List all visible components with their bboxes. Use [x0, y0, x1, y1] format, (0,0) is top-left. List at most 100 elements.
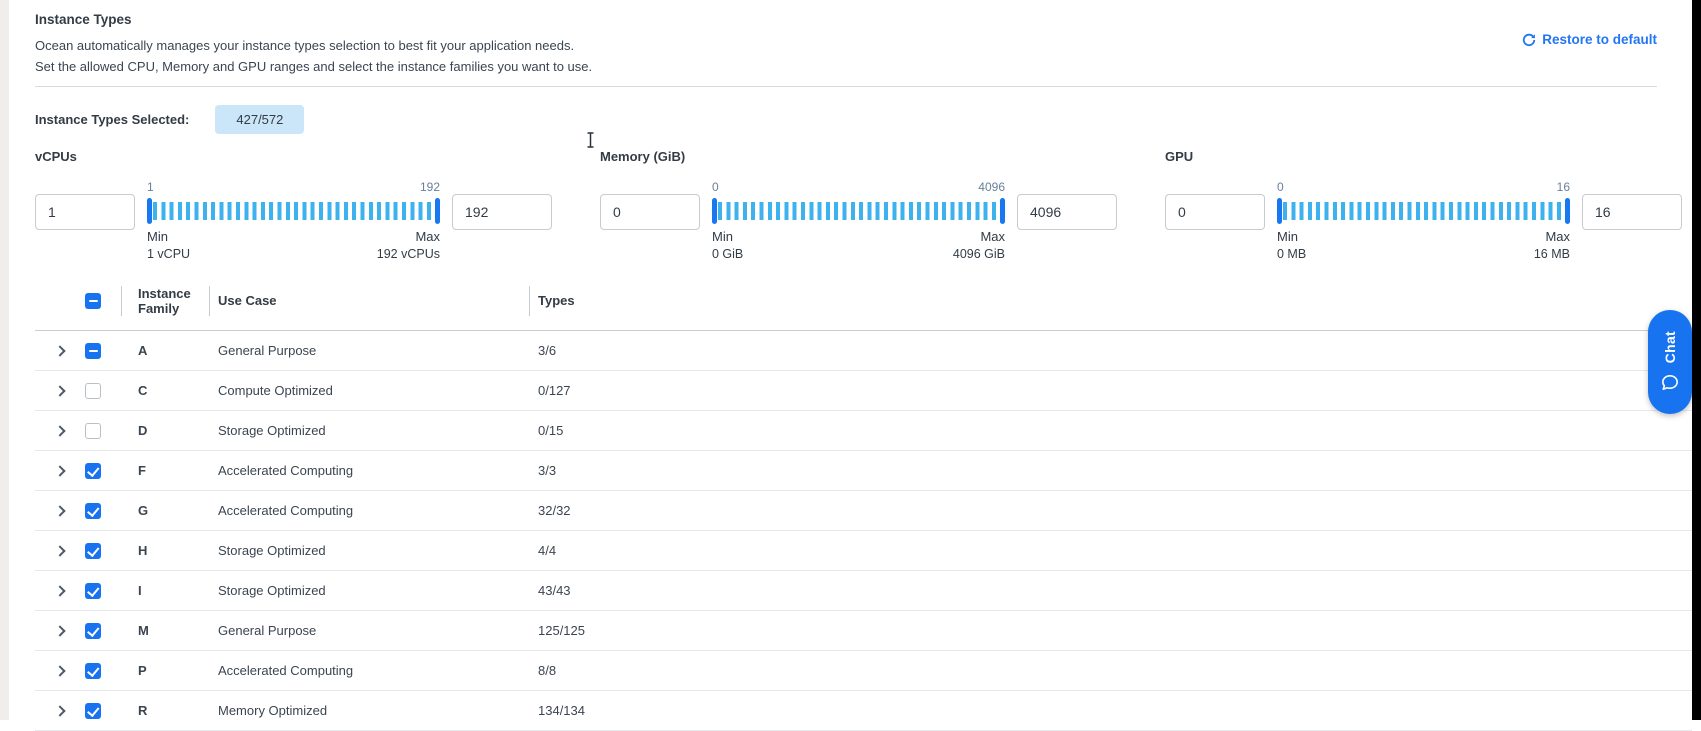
- gpu-min-sub: 0 MB: [1277, 247, 1306, 261]
- page-title: Instance Types: [35, 12, 1701, 27]
- memory-min-sub: 0 GiB: [712, 247, 743, 261]
- memory-min-tick-label: 0: [712, 180, 719, 195]
- expand-row-button[interactable]: [46, 697, 74, 725]
- restore-refresh-icon: [1522, 33, 1536, 47]
- use-case-cell: Storage Optimized: [209, 583, 529, 598]
- expand-row-button[interactable]: [46, 617, 74, 645]
- types-cell: 3/3: [529, 463, 1692, 478]
- gpu-max-handle[interactable]: [1565, 198, 1570, 224]
- row-checkbox[interactable]: [85, 543, 101, 559]
- chevron-right-icon: [54, 665, 65, 676]
- gpu-slider-group: GPU 0 16 Min Max 0 MB 16: [1165, 149, 1682, 261]
- slider-ticks: [153, 202, 434, 220]
- range-sliders-section: vCPUs 1 192 Min Max 1 vCPU: [35, 149, 1682, 261]
- row-checkbox[interactable]: [85, 703, 101, 719]
- table-body: A General Purpose 3/6 C Compute Optimize…: [35, 331, 1692, 731]
- table-row: M General Purpose 125/125: [35, 611, 1692, 651]
- table-row: G Accelerated Computing 32/32: [35, 491, 1692, 531]
- expand-row-button[interactable]: [46, 657, 74, 685]
- expand-row-button[interactable]: [46, 417, 74, 445]
- memory-max-handle[interactable]: [1000, 198, 1005, 224]
- types-cell: 0/127: [529, 383, 1692, 398]
- family-cell: I: [121, 583, 209, 598]
- use-case-cell: Storage Optimized: [209, 423, 529, 438]
- restore-label: Restore to default: [1542, 32, 1657, 47]
- table-row: A General Purpose 3/6: [35, 331, 1692, 371]
- memory-slider-track[interactable]: [712, 198, 1005, 224]
- types-cell: 0/15: [529, 423, 1692, 438]
- expand-row-button[interactable]: [46, 537, 74, 565]
- row-checkbox[interactable]: [85, 503, 101, 519]
- vcpus-slider-group: vCPUs 1 192 Min Max 1 vCPU: [35, 149, 552, 261]
- expand-row-button[interactable]: [46, 377, 74, 405]
- types-cell: 8/8: [529, 663, 1692, 678]
- chevron-right-icon: [54, 345, 65, 356]
- table-row: H Storage Optimized 4/4: [35, 531, 1692, 571]
- family-cell: G: [121, 503, 209, 518]
- chevron-right-icon: [54, 505, 65, 516]
- gpu-min-input[interactable]: [1165, 194, 1265, 230]
- family-cell: D: [121, 423, 209, 438]
- chevron-right-icon: [54, 385, 65, 396]
- family-cell: R: [121, 703, 209, 718]
- vcpus-min-tick-label: 1: [147, 180, 154, 195]
- expand-row-button[interactable]: [46, 497, 74, 525]
- vcpus-min-sub: 1 vCPU: [147, 247, 190, 261]
- chat-button[interactable]: Chat: [1648, 310, 1692, 414]
- memory-max-input[interactable]: [1017, 194, 1117, 230]
- row-checkbox[interactable]: [85, 583, 101, 599]
- chevron-right-icon: [54, 705, 65, 716]
- vcpus-label: vCPUs: [35, 149, 552, 164]
- vcpus-min-input[interactable]: [35, 194, 135, 230]
- select-all-checkbox[interactable]: [85, 293, 101, 309]
- vcpus-max-handle[interactable]: [435, 198, 440, 224]
- gpu-max-input[interactable]: [1582, 194, 1682, 230]
- row-checkbox[interactable]: [85, 423, 101, 439]
- right-edge-strip: [1692, 0, 1701, 720]
- gpu-slider-track[interactable]: [1277, 198, 1570, 224]
- gpu-min-handle[interactable]: [1277, 198, 1282, 224]
- memory-max-sub: 4096 GiB: [953, 247, 1005, 261]
- row-checkbox[interactable]: [85, 383, 101, 399]
- gpu-max-sub: 16 MB: [1534, 247, 1570, 261]
- description-line-2: Set the allowed CPU, Memory and GPU rang…: [35, 56, 1701, 77]
- vcpus-slider-track[interactable]: [147, 198, 440, 224]
- min-caption: Min: [147, 229, 168, 244]
- use-case-cell: Storage Optimized: [209, 543, 529, 558]
- table-row: C Compute Optimized 0/127: [35, 371, 1692, 411]
- chevron-right-icon: [54, 425, 65, 436]
- table-row: R Memory Optimized 134/134: [35, 691, 1692, 731]
- use-case-cell: Accelerated Computing: [209, 463, 529, 478]
- max-caption: Max: [1545, 229, 1570, 244]
- text-cursor-icon: [586, 132, 595, 151]
- row-checkbox[interactable]: [85, 463, 101, 479]
- table-header-row: Instance Family Use Case Types: [35, 271, 1692, 331]
- memory-min-input[interactable]: [600, 194, 700, 230]
- use-case-cell: Accelerated Computing: [209, 663, 529, 678]
- expand-row-button[interactable]: [46, 577, 74, 605]
- expand-row-button[interactable]: [46, 337, 74, 365]
- slider-ticks: [1283, 202, 1564, 220]
- header-divider: [35, 86, 1657, 87]
- instance-types-header: Instance Types Ocean automatically manag…: [0, 0, 1701, 77]
- vcpus-max-input[interactable]: [452, 194, 552, 230]
- chevron-right-icon: [54, 585, 65, 596]
- instance-family-table: Instance Family Use Case Types A General…: [35, 271, 1692, 731]
- chevron-right-icon: [54, 625, 65, 636]
- expand-row-button[interactable]: [46, 457, 74, 485]
- memory-slider-group: Memory (GiB) 0 4096 Min Max 0 GiB: [600, 149, 1117, 261]
- selected-summary: Instance Types Selected: 427/572: [35, 103, 1701, 135]
- use-case-cell: Compute Optimized: [209, 383, 529, 398]
- vcpus-max-sub: 192 vCPUs: [377, 247, 440, 261]
- row-checkbox[interactable]: [85, 623, 101, 639]
- slider-ticks: [718, 202, 999, 220]
- memory-min-handle[interactable]: [712, 198, 717, 224]
- gpu-min-tick-label: 0: [1277, 180, 1284, 195]
- restore-to-default-button[interactable]: Restore to default: [1522, 32, 1657, 47]
- column-header-types: Types: [529, 293, 1692, 308]
- use-case-cell: Memory Optimized: [209, 703, 529, 718]
- row-checkbox[interactable]: [85, 663, 101, 679]
- chat-button-label: Chat: [1662, 331, 1678, 363]
- row-checkbox[interactable]: [85, 343, 101, 359]
- vcpus-min-handle[interactable]: [147, 198, 152, 224]
